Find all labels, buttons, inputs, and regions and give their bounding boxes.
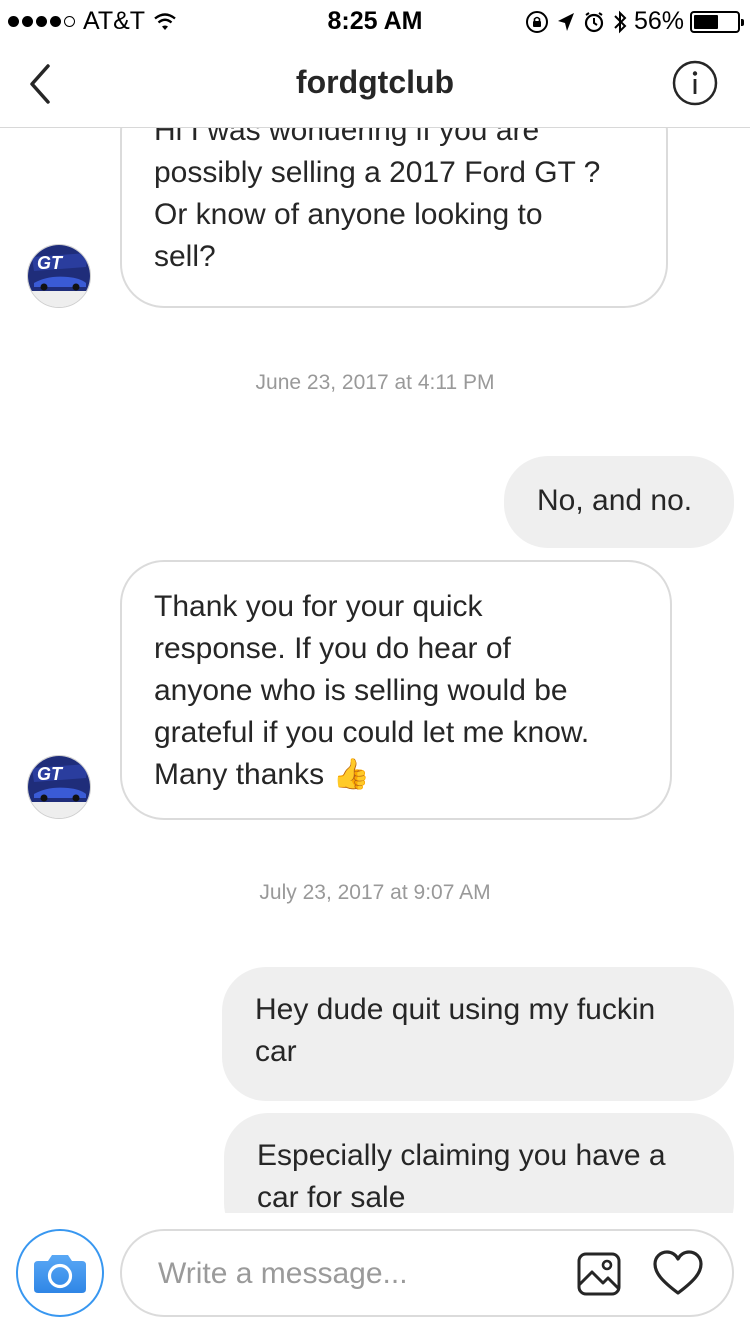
message-line: grateful if you could let me know. xyxy=(154,716,590,749)
message-input[interactable] xyxy=(158,1253,558,1295)
message-line: Or know of anyone looking to xyxy=(154,198,543,231)
camera-button[interactable] xyxy=(16,1229,104,1317)
info-circle-icon[interactable] xyxy=(672,60,718,106)
rotation-lock-icon xyxy=(525,10,548,33)
avatar[interactable]: GT xyxy=(27,244,91,308)
battery-level-fill xyxy=(694,14,718,29)
battery-percent: 56% xyxy=(633,7,684,35)
svg-text:GT: GT xyxy=(37,764,64,784)
message-thread[interactable]: Hi I was wondering if you are possibly s… xyxy=(0,128,750,1213)
message-composer xyxy=(0,1213,750,1334)
heart-icon[interactable] xyxy=(652,1249,704,1297)
avatar[interactable]: GT xyxy=(27,755,91,819)
bluetooth-icon xyxy=(614,10,627,33)
ford-gt-avatar-icon: GT xyxy=(28,245,90,307)
message-line: car for sale xyxy=(257,1181,406,1213)
outgoing-message-bubble[interactable]: Hey dude quit using my fuckin car xyxy=(222,967,734,1101)
image-icon[interactable] xyxy=(576,1251,622,1297)
timestamp: June 23, 2017 at 4:11 PM xyxy=(255,371,495,394)
message-line: possibly selling a 2017 Ford GT ? xyxy=(154,156,601,189)
status-bar: AT&T 8:25 AM 56% xyxy=(0,0,750,40)
camera-icon xyxy=(34,1255,86,1293)
battery-icon xyxy=(690,10,744,33)
message-line: Thank you for your quick xyxy=(154,590,483,623)
conversation-header: fordgtclub xyxy=(0,40,750,128)
status-right: 56% xyxy=(524,7,744,36)
message-field xyxy=(120,1229,734,1317)
thumbs-up-emoji: 👍 xyxy=(332,758,370,791)
message-line: Many thanks 👍 xyxy=(154,758,370,791)
message-line: Especially claiming you have a xyxy=(257,1139,666,1172)
timestamp: July 23, 2017 at 9:07 AM xyxy=(259,881,491,904)
incoming-message-bubble[interactable]: Thank you for your quick response. If yo… xyxy=(120,560,672,820)
ford-gt-avatar-icon: GT xyxy=(28,756,90,818)
svg-text:GT: GT xyxy=(37,253,64,273)
outgoing-message-bubble[interactable]: Especially claiming you have a car for s… xyxy=(224,1113,734,1213)
message-line: anyone who is selling would be xyxy=(154,674,568,707)
message-line: car xyxy=(255,1035,297,1068)
outgoing-message-bubble[interactable]: No, and no. xyxy=(504,456,734,548)
message-line: response. If you do hear of xyxy=(154,632,511,665)
location-arrow-icon xyxy=(557,12,574,31)
message-line: sell? xyxy=(154,240,216,273)
message-line: Hi I was wondering if you are xyxy=(154,128,540,147)
message-line: Hey dude quit using my fuckin xyxy=(255,993,656,1026)
message-line: No, and no. xyxy=(537,484,693,517)
conversation-title[interactable]: fordgtclub xyxy=(0,64,750,101)
alarm-icon xyxy=(584,11,604,32)
incoming-message-bubble[interactable]: Hi I was wondering if you are possibly s… xyxy=(120,128,668,308)
